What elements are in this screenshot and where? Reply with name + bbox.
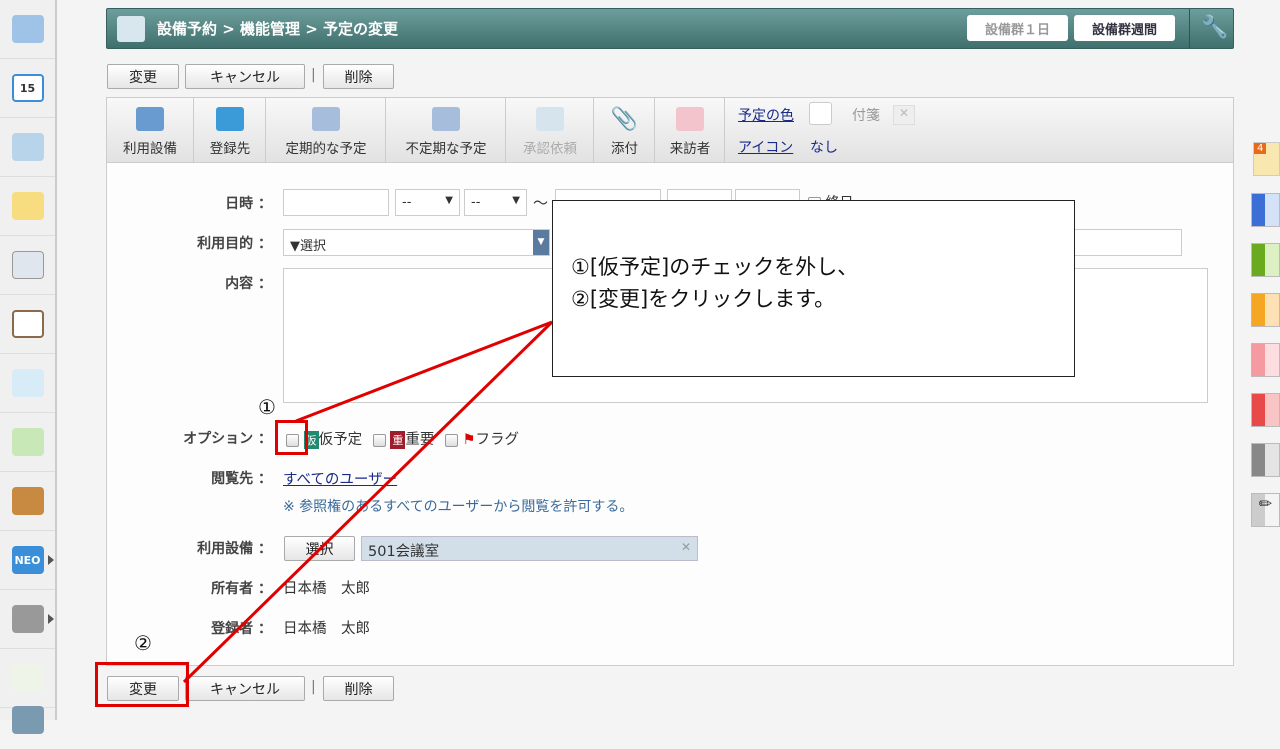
highlight-change-button bbox=[95, 662, 189, 707]
marker-2: ② bbox=[134, 631, 152, 655]
highlight-checkbox bbox=[275, 420, 308, 455]
marker-1: ① bbox=[258, 395, 276, 419]
pointer-line-2 bbox=[182, 320, 554, 684]
instruction-line-2: ②[変更]をクリックします。 bbox=[571, 287, 836, 311]
instruction-callout: ①[仮予定]のチェックを外し、 ②[変更]をクリックします。 bbox=[552, 200, 1075, 377]
pointer-line-1 bbox=[295, 320, 553, 423]
instruction-line-1: ①[仮予定]のチェックを外し、 bbox=[571, 255, 859, 279]
